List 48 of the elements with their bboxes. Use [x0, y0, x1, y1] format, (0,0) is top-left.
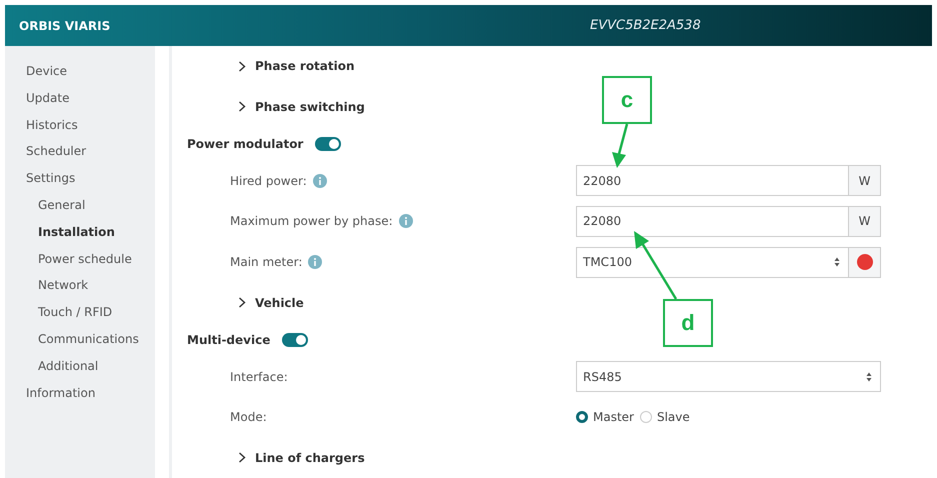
sidebar-item[interactable]: Update — [5, 84, 70, 112]
sidebar-item[interactable]: Network — [5, 272, 88, 300]
info-icon[interactable] — [312, 174, 327, 188]
radio-button[interactable] — [576, 411, 588, 424]
section-title: Multi-device — [187, 332, 270, 347]
input-field[interactable]: 22080 — [576, 206, 849, 237]
sidebar-item[interactable]: Scheduler — [5, 138, 86, 166]
device-id: EVVC5B2E2A538 — [590, 18, 701, 33]
toggle-switch[interactable] — [315, 136, 342, 151]
sidebar-item[interactable]: Communications — [5, 326, 139, 353]
sidebar-item[interactable]: Settings — [5, 165, 76, 192]
unit-label: W — [849, 165, 881, 196]
select-field[interactable]: RS485 — [576, 361, 881, 392]
select-field[interactable]: TMC100 — [576, 246, 849, 278]
sidebar-item[interactable]: Information — [5, 380, 96, 406]
section-title: Power modulator — [187, 136, 304, 151]
section-expander[interactable]: Phase rotation — [238, 59, 355, 74]
section-expander[interactable]: Phase switching — [238, 100, 365, 114]
sidebar-item[interactable]: Historics — [5, 112, 78, 138]
chevron-icon — [238, 60, 246, 72]
field-label: Main meter: — [230, 255, 302, 269]
sort-arrows-icon — [834, 257, 840, 267]
sidebar-item[interactable]: Touch / RFID — [5, 299, 112, 326]
sidebar-item[interactable]: Power schedule — [5, 246, 132, 272]
callout-label: c — [602, 76, 652, 124]
radio-option[interactable]: Master — [576, 410, 634, 424]
info-icon[interactable] — [308, 255, 322, 269]
sidebar-item[interactable]: Device — [5, 58, 68, 85]
chevron-icon — [238, 452, 246, 464]
radio-option[interactable]: Slave — [640, 410, 690, 424]
unit-label: W — [849, 206, 881, 237]
field-label: Interface: — [230, 370, 288, 384]
field-label: Maximum power by phase: — [230, 214, 393, 228]
sort-arrows-icon — [866, 372, 872, 382]
input-field[interactable]: 22080 — [576, 165, 849, 196]
field-label: Hired power: — [230, 174, 307, 188]
field-label: Mode: — [230, 410, 267, 424]
section-expander[interactable]: Vehicle — [238, 296, 304, 310]
section-expander[interactable]: Line of chargers — [238, 450, 365, 465]
sidebar-item[interactable]: Installation — [5, 218, 115, 246]
sidebar-item[interactable]: General — [5, 192, 86, 219]
chevron-icon — [238, 297, 246, 308]
callout-label: d — [663, 299, 713, 347]
brand-name: ORBIS VIARIS — [18, 18, 112, 32]
toggle-switch[interactable] — [282, 332, 308, 347]
sidebar-item[interactable]: Additional — [5, 352, 98, 380]
info-icon[interactable] — [398, 214, 413, 228]
chevron-icon — [238, 101, 246, 112]
